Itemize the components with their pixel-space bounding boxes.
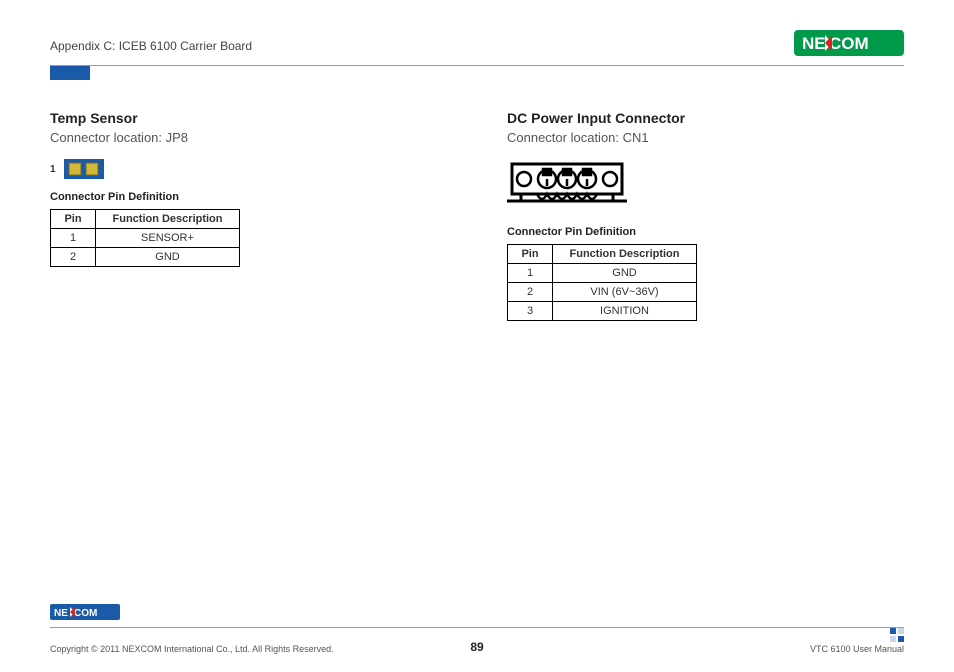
svg-text:NE: NE — [802, 34, 826, 53]
brand-logo: NE COM — [794, 30, 904, 61]
appendix-title: Appendix C: ICEB 6100 Carrier Board — [50, 39, 252, 53]
header-blue-tab — [50, 66, 90, 80]
table-row: 2 VIN (6V~36V) — [508, 283, 697, 302]
page-header: Appendix C: ICEB 6100 Carrier Board NE C… — [50, 30, 904, 66]
dc-power-title: DC Power Input Connector — [507, 110, 904, 126]
col-func: Function Description — [96, 210, 240, 229]
temp-sensor-location: Connector location: JP8 — [50, 130, 447, 145]
table-row: 3 IGNITION — [508, 302, 697, 321]
footer-brand-logo: NE COM — [50, 604, 904, 625]
col-pin: Pin — [51, 210, 96, 229]
pin-1-marker: 1 — [50, 164, 56, 175]
page-number: 89 — [470, 640, 483, 654]
table-row: 1 SENSOR+ — [51, 229, 240, 248]
svg-text:COM: COM — [74, 608, 97, 619]
svg-text:COM: COM — [829, 34, 869, 53]
temp-sensor-pin-table: Pin Function Description 1 SENSOR+ 2 GND — [50, 209, 240, 267]
table-row: 2 GND — [51, 248, 240, 267]
dc-power-location: Connector location: CN1 — [507, 130, 904, 145]
col-func: Function Description — [553, 245, 697, 264]
temp-sensor-diagram: 1 — [50, 159, 447, 179]
table-header-row: Pin Function Description — [51, 210, 240, 229]
table-row: 1 GND — [508, 264, 697, 283]
temp-sensor-title: Temp Sensor — [50, 110, 447, 126]
col-pin: Pin — [508, 245, 553, 264]
dc-power-table-caption: Connector Pin Definition — [507, 226, 904, 238]
table-header-row: Pin Function Description — [508, 245, 697, 264]
manual-name: VTC 6100 User Manual — [810, 644, 904, 654]
dc-power-pin-table: Pin Function Description 1 GND 2 VIN (6V… — [507, 244, 697, 321]
copyright-text: Copyright © 2011 NEXCOM International Co… — [50, 644, 334, 654]
page-footer: NE COM Copyright © 2011 NEXCOM Internati… — [50, 604, 904, 654]
temp-sensor-section: Temp Sensor Connector location: JP8 1 Co… — [50, 110, 447, 321]
footer-ornament-icon — [890, 628, 904, 642]
dc-power-section: DC Power Input Connector Connector locat… — [507, 110, 904, 321]
temp-sensor-table-caption: Connector Pin Definition — [50, 191, 447, 203]
dc-power-diagram — [507, 159, 904, 214]
svg-text:NE: NE — [54, 608, 68, 619]
